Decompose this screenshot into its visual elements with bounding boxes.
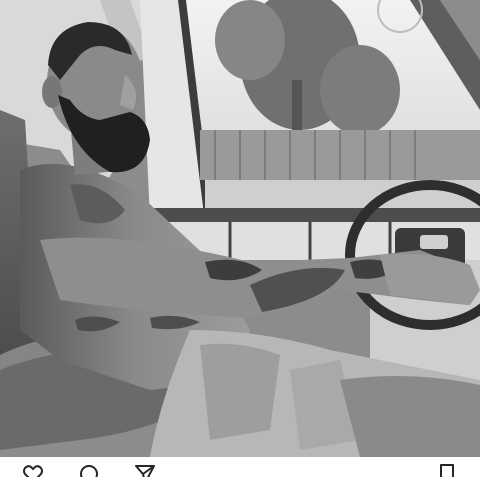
post-action-bar	[0, 457, 480, 477]
bookmark-icon[interactable]	[436, 463, 458, 477]
photo-illustration	[0, 0, 480, 457]
comment-icon[interactable]	[78, 463, 100, 477]
heart-icon[interactable]	[22, 463, 44, 477]
share-icon[interactable]	[134, 463, 156, 477]
post-photo[interactable]	[0, 0, 480, 457]
